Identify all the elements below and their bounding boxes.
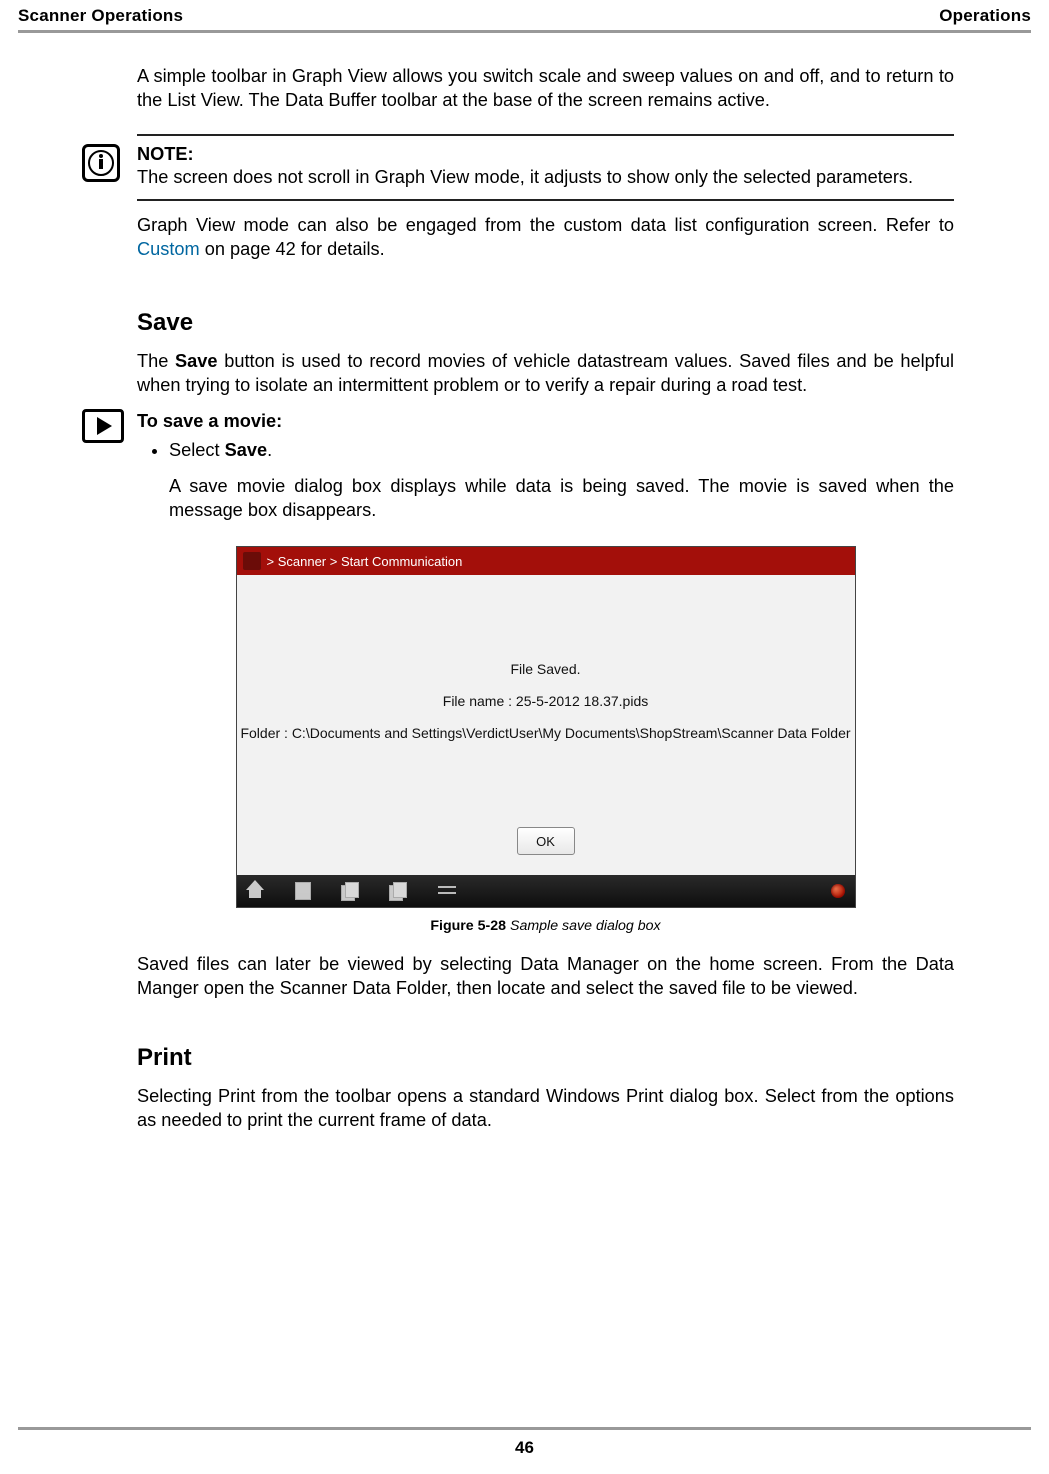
note-block: NOTE: The screen does not scroll in Grap… [137, 144, 954, 189]
step-description: A save movie dialog box displays while d… [169, 474, 954, 522]
dialog-line-3: Folder : C:\Documents and Settings\Verdi… [237, 725, 855, 741]
running-header: Scanner Operations Operations [18, 6, 1031, 26]
header-rule [18, 30, 1031, 33]
screenshot-titlebar: > Scanner > Start Communication [237, 547, 855, 575]
body: A simple toolbar in Graph View allows yo… [0, 52, 1049, 1154]
step-1: Select Save. [169, 438, 954, 462]
page-number: 46 [0, 1438, 1049, 1458]
home-icon[interactable] [245, 882, 265, 900]
pages-icon[interactable] [341, 882, 361, 900]
save-para-suffix: button is used to record movies of vehic… [137, 351, 954, 395]
note-top-rule [137, 134, 954, 136]
list-icon[interactable] [437, 882, 457, 900]
custom-link[interactable]: Custom [137, 239, 200, 259]
screenshot: > Scanner > Start Communication File Sav… [236, 546, 856, 908]
screenshot-bottombar [237, 875, 855, 907]
footer-rule [18, 1427, 1031, 1430]
note-text: The screen does not scroll in Graph View… [137, 165, 954, 189]
after-figure-paragraph: Saved files can later be viewed by selec… [137, 952, 954, 1000]
note-label: NOTE: [137, 144, 954, 165]
header-right: Operations [939, 6, 1031, 26]
figure-caption: Figure 5-28 Sample save dialog box [236, 918, 856, 934]
pages-alt-icon[interactable] [389, 882, 409, 900]
procedure-steps: Select Save. [137, 438, 954, 462]
print-heading: Print [137, 1044, 954, 1072]
after-note-prefix: Graph View mode can also be engaged from… [137, 215, 954, 235]
intro-paragraph: A simple toolbar in Graph View allows yo… [137, 64, 954, 112]
step-suffix: . [267, 440, 272, 460]
dialog-line-2: File name : 25-5-2012 18.37.pids [237, 693, 855, 709]
after-note-paragraph: Graph View mode can also be engaged from… [137, 213, 954, 261]
step-prefix: Select [169, 440, 225, 460]
record-icon[interactable] [829, 882, 847, 900]
figure: > Scanner > Start Communication File Sav… [236, 546, 856, 934]
save-para-prefix: The [137, 351, 175, 371]
save-heading: Save [137, 309, 954, 337]
page-icon[interactable] [293, 882, 313, 900]
print-paragraph: Selecting Print from the toolbar opens a… [137, 1084, 954, 1132]
procedure-title: To save a movie: [137, 411, 954, 432]
save-paragraph: The Save button is used to record movies… [137, 349, 954, 397]
app-icon [243, 552, 261, 570]
breadcrumb: > Scanner > Start Communication [267, 554, 463, 569]
figure-text: Sample save dialog box [506, 918, 661, 934]
after-note-suffix: on page 42 for details. [200, 239, 385, 259]
step-bold: Save [225, 440, 267, 460]
save-para-bold: Save [175, 351, 217, 371]
page: Scanner Operations Operations A simple t… [0, 0, 1049, 1474]
header-left: Scanner Operations [18, 6, 183, 26]
figure-number: Figure 5-28 [430, 918, 506, 934]
ok-button[interactable]: OK [517, 827, 575, 855]
play-icon [82, 409, 124, 443]
info-icon [82, 144, 120, 182]
note-bottom-rule [137, 199, 954, 201]
dialog-line-1: File Saved. [237, 661, 855, 677]
screenshot-content: File Saved. File name : 25-5-2012 18.37.… [237, 575, 855, 875]
procedure-block: To save a movie: Select Save. A save mov… [137, 411, 954, 522]
